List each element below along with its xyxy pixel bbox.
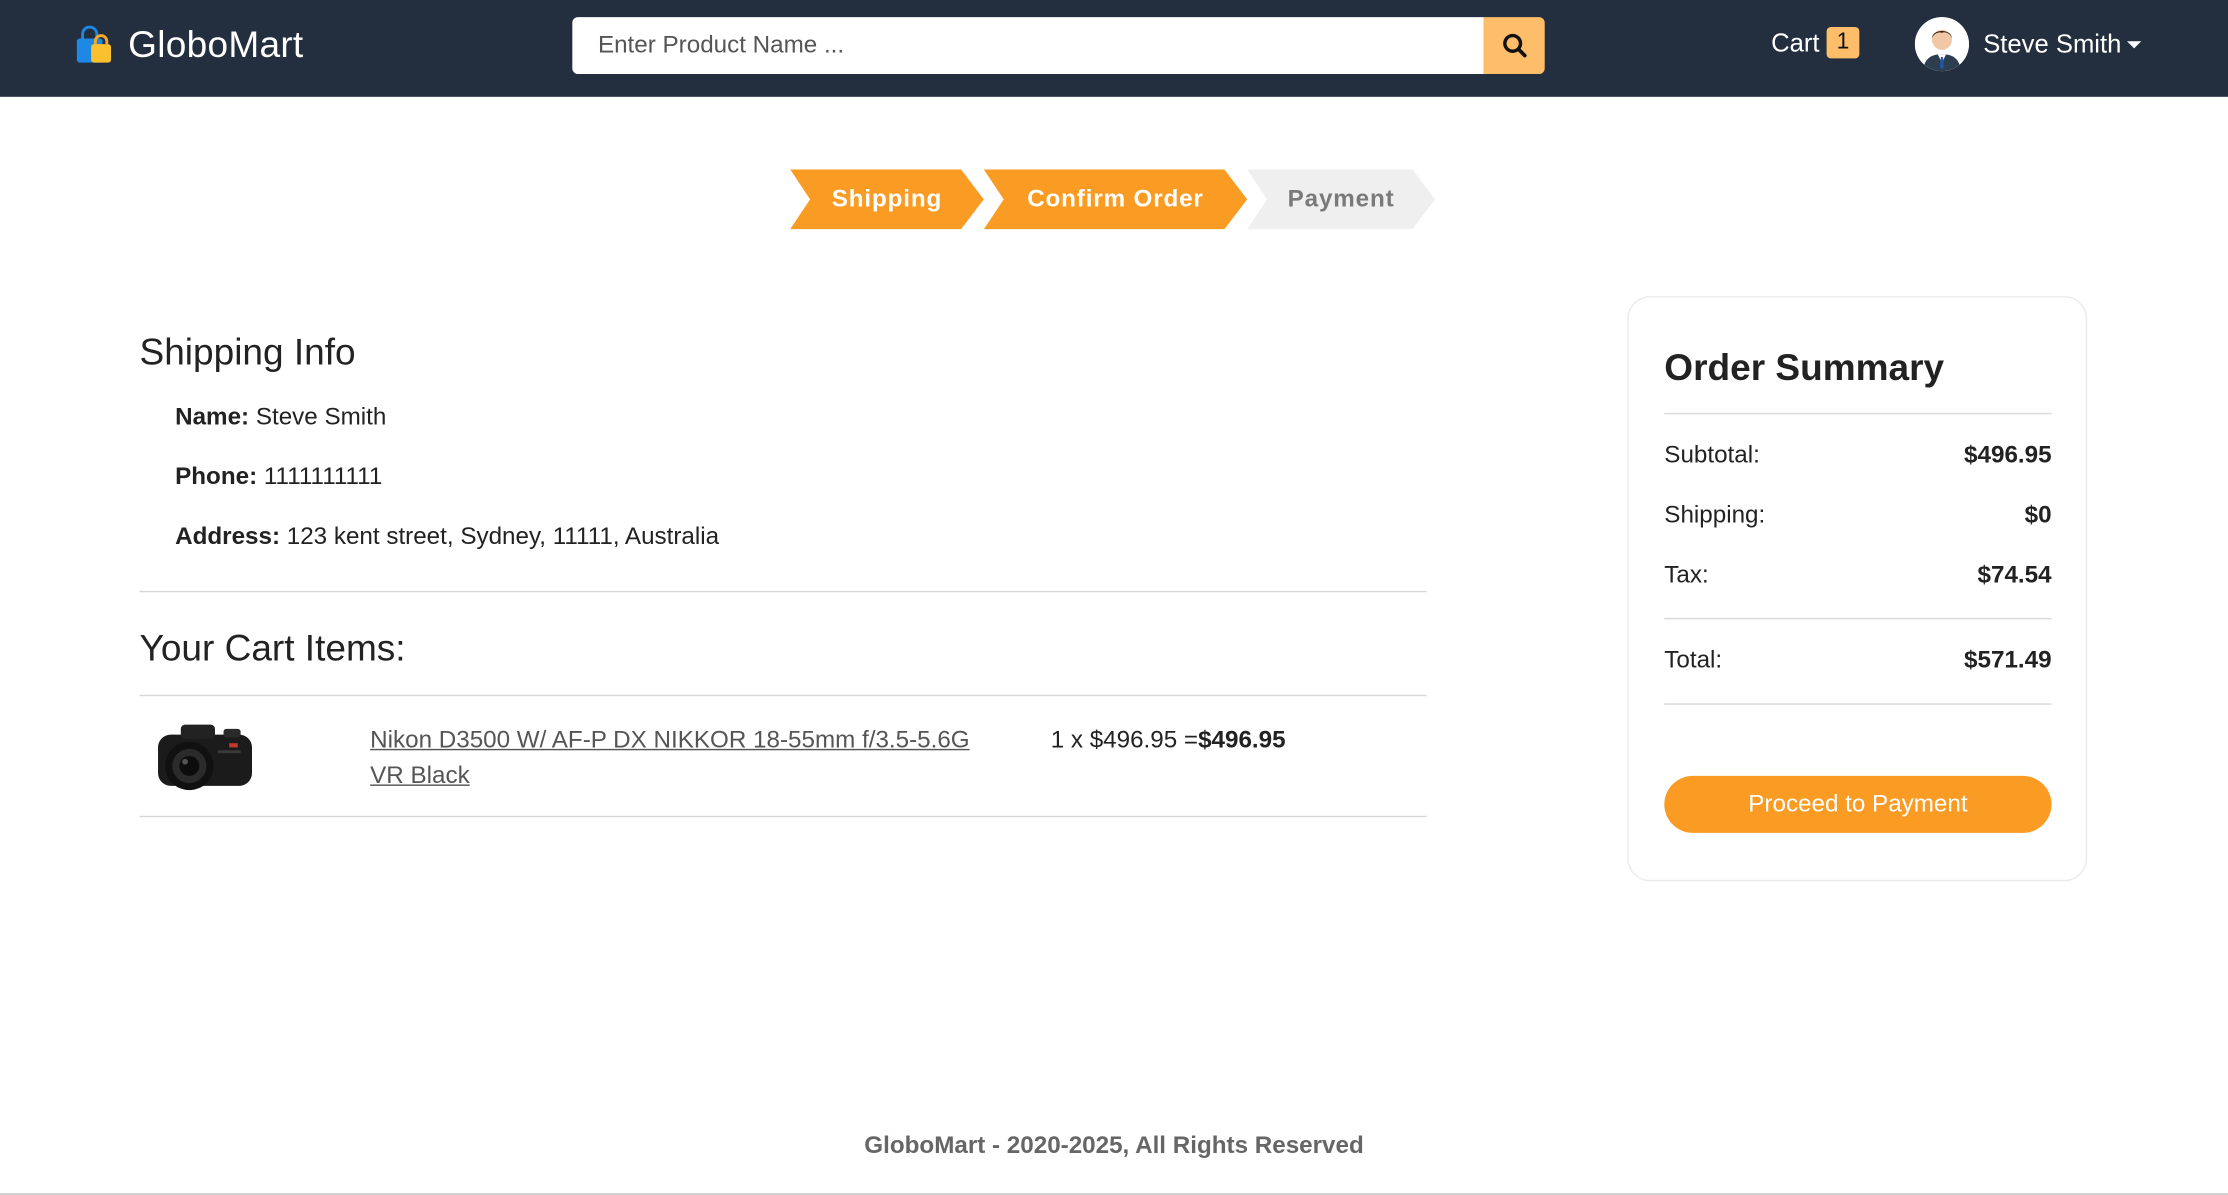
proceed-to-payment-button[interactable]: Proceed to Payment [1664, 775, 2052, 833]
divider [139, 694, 1427, 697]
cart-items-title: Your Cart Items: [139, 626, 406, 670]
step-payment-label: Payment [1287, 185, 1395, 213]
cart-item-price: 1 x $496.95 =$496.95 [1051, 722, 1286, 758]
order-summary-title: Order Summary [1664, 345, 1945, 389]
cart-item-quantity-price: 1 x $496.95 = [1050, 726, 1199, 754]
avatar [1914, 17, 1969, 72]
cart-item-line-total: $496.95 [1198, 726, 1286, 754]
cart-item-product-link[interactable]: Nikon D3500 W/ AF-P DX NIKKOR 18-55mm f/… [370, 722, 996, 793]
address-value: 123 kent street, Sydney, 11111, Australi… [286, 522, 720, 550]
cart-label: Cart [1771, 27, 1820, 57]
phone-label: Phone: [175, 462, 258, 490]
search-input[interactable] [572, 17, 1484, 75]
divider [139, 590, 1427, 593]
step-confirm-order: Confirm Order [983, 169, 1248, 230]
shipping-address: Address: 123 kent street, Sydney, 11111,… [175, 522, 719, 550]
step-shipping: Shipping [790, 169, 984, 230]
cart-count-badge: 1 [1826, 27, 1860, 59]
divider [1664, 703, 2052, 705]
name-value: Steve Smith [255, 402, 387, 430]
subtotal-row: Subtotal: $496.95 [1664, 441, 2051, 469]
chevron-down-icon [2127, 40, 2142, 48]
shipping-cost-row: Shipping: $0 [1664, 501, 2051, 529]
address-label: Address: [175, 522, 281, 550]
total-value: $571.49 [1964, 646, 2052, 674]
shopping-bag-logo-icon [76, 24, 112, 62]
divider [1664, 617, 2052, 620]
total-row: Total: $571.49 [1664, 646, 2051, 674]
cart-link[interactable]: Cart 1 [1771, 27, 1860, 59]
name-label: Name: [175, 402, 250, 430]
step-confirm-order-label: Confirm Order [1027, 185, 1204, 213]
shipping-phone: Phone: 1111111111 [175, 463, 382, 491]
divider [1664, 412, 2052, 415]
user-name: Steve Smith [1983, 29, 2122, 58]
brand[interactable]: GloboMart [74, 23, 303, 67]
product-camera-image [158, 724, 252, 791]
tax-row: Tax: $74.54 [1664, 561, 2051, 589]
phone-value: 1111111111 [263, 462, 383, 490]
order-summary-card: Order Summary Subtotal: $496.95 Shipping… [1627, 296, 2088, 882]
shipping-cost-value: $0 [2024, 501, 2052, 529]
search-bar [572, 17, 1545, 75]
shipping-name: Name: Steve Smith [175, 403, 386, 431]
divider [139, 815, 1427, 818]
tax-value: $74.54 [1977, 560, 2052, 588]
brand-name: GloboMart [128, 22, 304, 66]
total-label: Total: [1664, 646, 1723, 674]
footer-text: GloboMart - 2020-2025, All Rights Reserv… [864, 1131, 1364, 1159]
tax-label: Tax: [1664, 560, 1709, 588]
search-button[interactable] [1483, 17, 1545, 75]
shipping-info-title: Shipping Info [139, 330, 356, 374]
user-avatar-icon [1914, 17, 1969, 72]
subtotal-value: $496.95 [1964, 441, 2052, 469]
step-payment: Payment [1247, 169, 1436, 230]
subtotal-label: Subtotal: [1664, 441, 1760, 469]
step-shipping-label: Shipping [831, 185, 943, 213]
shipping-cost-label: Shipping: [1664, 501, 1766, 529]
search-icon [1502, 33, 1526, 58]
user-menu[interactable]: Steve Smith [1914, 17, 2142, 72]
top-navbar: GloboMart Cart 1 [0, 0, 2228, 97]
